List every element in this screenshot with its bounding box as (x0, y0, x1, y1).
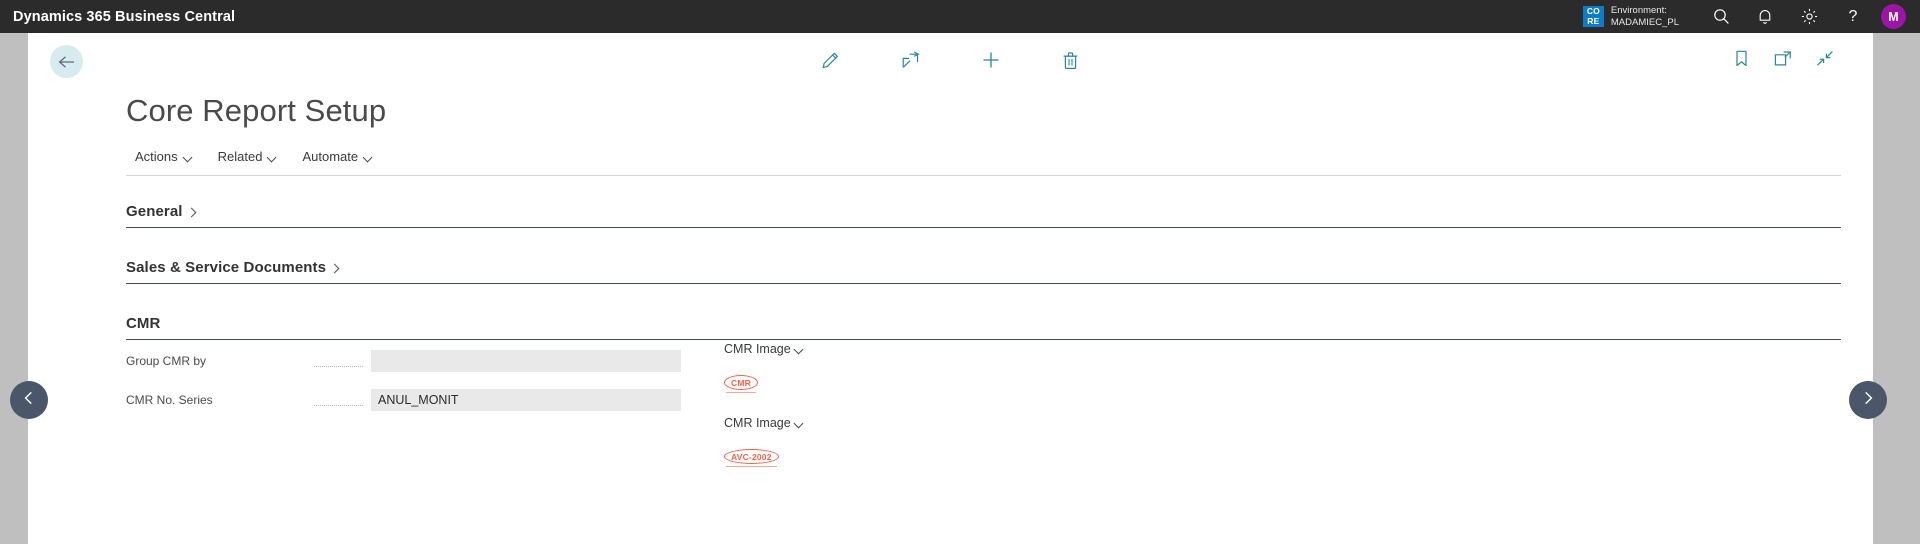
bookmark-icon[interactable] (1731, 48, 1751, 68)
app-brand-title: Dynamics 365 Business Central (13, 8, 236, 25)
top-navigation-bar: Dynamics 365 Business Central CO RE Envi… (0, 0, 1920, 33)
chevron-down-icon (184, 154, 193, 160)
search-icon[interactable] (1699, 0, 1743, 33)
cmr-image-caption-2-label: CMR Image (724, 416, 791, 430)
collapse-diagonal-icon[interactable] (1815, 48, 1835, 68)
core-environment-badge: CO RE (1582, 6, 1604, 27)
section-sales-service-documents-header[interactable]: Sales & Service Documents (126, 259, 1841, 284)
help-glyph: ? (1848, 7, 1858, 25)
user-avatar[interactable]: M (1881, 4, 1906, 29)
command-bar (28, 33, 1873, 89)
top-bar-right-group: CO RE Environment: MADAMIEC_PL ? M (1582, 0, 1920, 33)
chevron-right-icon (1861, 390, 1875, 411)
page-shell: Core Report Setup Actions Related Automa… (0, 33, 1920, 544)
chevron-down-icon (795, 346, 804, 352)
cmr-image-stamp-2[interactable]: AVC-2002 (724, 449, 779, 468)
section-general: General (126, 203, 1841, 228)
menu-item-related-label: Related (217, 149, 263, 164)
cmr-image-block-2: CMR Image AVC-2002 (724, 416, 804, 468)
environment-info: Environment: MADAMIEC_PL (1611, 5, 1679, 28)
pencil-icon[interactable] (818, 47, 844, 73)
bell-icon[interactable] (1743, 0, 1787, 33)
cmr-image-stamp-1[interactable]: CMR (724, 375, 758, 394)
section-sales-service-documents-title: Sales & Service Documents (126, 259, 327, 276)
chevron-left-icon (22, 390, 36, 411)
environment-label: Environment: (1610, 5, 1667, 16)
gear-icon[interactable] (1787, 0, 1831, 33)
cmr-image-caption-1-label: CMR Image (724, 342, 791, 356)
section-cmr: CMR (126, 315, 1841, 340)
core-badge-line-2: RE (1587, 15, 1600, 26)
field-row-cmr-no-series: CMR No. Series (126, 389, 681, 411)
plus-icon[interactable] (978, 47, 1004, 73)
chevron-down-icon (268, 154, 277, 160)
cmr-form-area: Group CMR by CMR No. Series CMR Image CM… (126, 340, 1841, 500)
share-icon[interactable] (898, 47, 924, 73)
next-record-button[interactable] (1849, 381, 1887, 419)
field-label-group-cmr-by: Group CMR by (126, 354, 207, 368)
section-general-title: General (126, 203, 183, 220)
field-input-group-cmr-by[interactable] (371, 350, 681, 372)
trash-icon[interactable] (1058, 47, 1084, 73)
page-title: Core Report Setup (126, 93, 387, 128)
dot-leader (314, 365, 363, 367)
menu-item-automate-label: Automate (302, 149, 359, 164)
chevron-right-icon (329, 262, 341, 274)
question-mark-icon[interactable]: ? (1831, 0, 1875, 33)
section-general-header[interactable]: General (126, 203, 1841, 228)
command-bar-actions (818, 47, 1084, 73)
command-bar-window-actions (1731, 48, 1835, 68)
menu-item-actions[interactable]: Actions (126, 147, 202, 170)
cmr-image-caption-1[interactable]: CMR Image (724, 342, 804, 356)
chevron-right-icon (186, 206, 198, 218)
cmr-image-block-1: CMR Image CMR (724, 342, 804, 394)
section-sales-service-documents: Sales & Service Documents (126, 259, 1841, 284)
dot-leader (314, 404, 363, 406)
field-row-group-cmr-by: Group CMR by (126, 350, 681, 372)
field-input-cmr-no-series[interactable] (371, 389, 681, 411)
previous-record-button[interactable] (10, 381, 48, 419)
open-in-new-window-icon[interactable] (1773, 48, 1793, 68)
back-arrow-icon[interactable] (50, 45, 83, 78)
menu-item-related[interactable]: Related (209, 147, 287, 170)
menu-item-actions-label: Actions (135, 149, 178, 164)
field-label-cmr-no-series: CMR No. Series (126, 393, 213, 407)
menu-item-automate[interactable]: Automate (293, 147, 382, 170)
chevron-down-icon (795, 420, 804, 426)
cmr-image-caption-2[interactable]: CMR Image (724, 416, 804, 430)
section-cmr-title: CMR (126, 315, 161, 332)
section-cmr-header[interactable]: CMR (126, 315, 1841, 340)
chevron-down-icon (364, 154, 373, 160)
environment-name: MADAMIEC_PL (1610, 16, 1679, 28)
content-page: Core Report Setup Actions Related Automa… (28, 33, 1873, 544)
actions-menu-bar: Actions Related Automate (126, 147, 1841, 176)
